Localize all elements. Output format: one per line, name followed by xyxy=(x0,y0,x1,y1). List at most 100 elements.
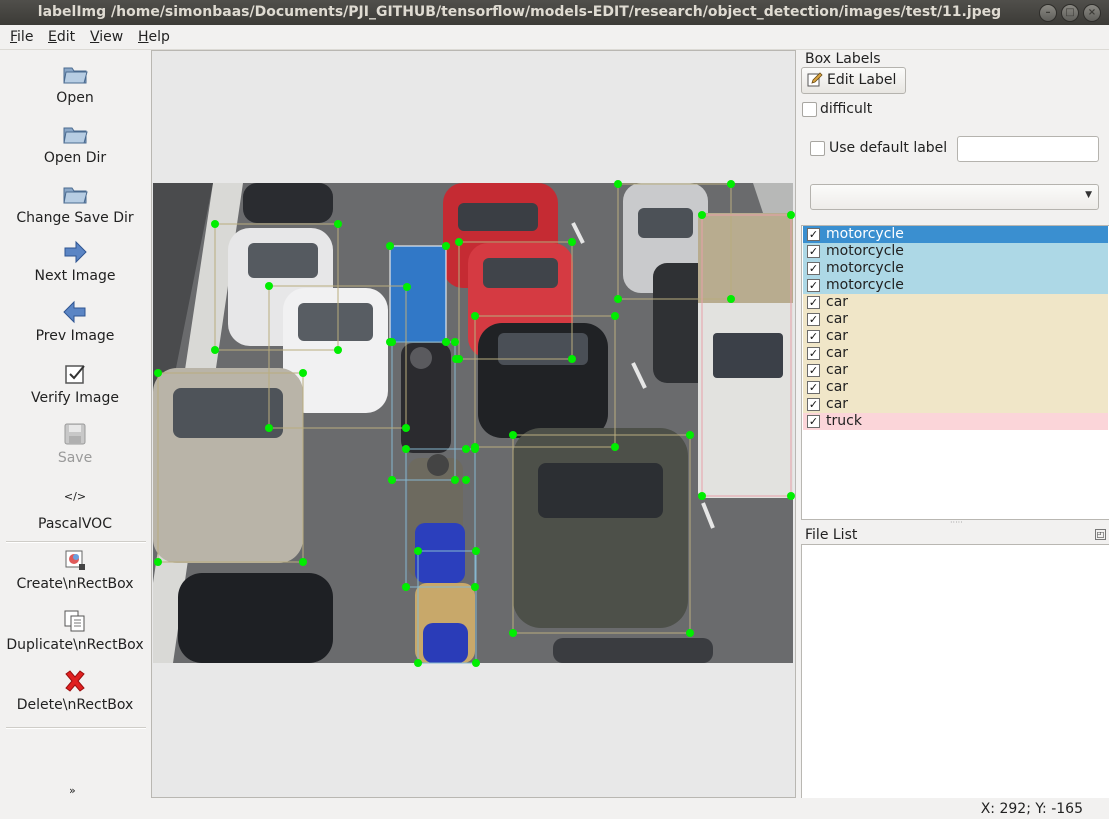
save-button[interactable]: Save xyxy=(0,420,150,466)
left-toolbar: Open Open Dir Change Save Dir Next Image… xyxy=(0,50,150,798)
floppy-disk-icon xyxy=(64,423,86,445)
copy-icon xyxy=(64,610,85,632)
label-visible-checkbox[interactable]: ✓ xyxy=(807,245,820,258)
label-list-item-text: car xyxy=(826,362,849,378)
format-button[interactable]: </> PascalVOC xyxy=(0,486,150,532)
edit-icon xyxy=(807,72,823,87)
menu-file[interactable]: File xyxy=(10,29,33,45)
traffic-photo xyxy=(153,183,793,663)
label-visible-checkbox[interactable]: ✓ xyxy=(807,364,820,377)
menu-help[interactable]: Help xyxy=(138,29,170,45)
maximize-button[interactable]: □ xyxy=(1061,4,1079,22)
toolbar-separator xyxy=(6,727,146,729)
label-visible-checkbox[interactable]: ✓ xyxy=(807,347,820,360)
cursor-coordinates: X: 292; Y: -165 xyxy=(980,801,1083,817)
label-list-item[interactable]: ✓ car xyxy=(803,362,1108,379)
label-list[interactable]: ✓ motorcycle ✓ motorcycle ✓ motorcycle ✓ motorc… xyxy=(801,225,1109,520)
open-label: Open xyxy=(56,90,94,106)
arrow-right-icon xyxy=(64,240,87,264)
next-image-button[interactable]: Next Image xyxy=(0,238,150,284)
open-dir-label: Open Dir xyxy=(43,150,107,166)
label-list-item-text: car xyxy=(826,294,849,310)
duplicate-rectbox-button[interactable]: Duplicate\nRectBox xyxy=(0,607,150,653)
label-visible-checkbox[interactable]: ✓ xyxy=(807,313,820,326)
label-visible-checkbox[interactable]: ✓ xyxy=(807,262,820,275)
label-list-item[interactable]: ✓ car xyxy=(803,345,1108,362)
label-list-item[interactable]: ✓ motorcycle xyxy=(803,260,1108,277)
box-labels-title: Box Labels xyxy=(805,51,881,67)
window-titlebar: labelImg /home/simonbaas/Documents/PJI_G… xyxy=(0,0,1109,25)
label-list-item[interactable]: ✓ car xyxy=(803,379,1108,396)
label-visible-checkbox[interactable]: ✓ xyxy=(807,279,820,292)
folder-icon xyxy=(63,67,88,84)
toolbar-separator xyxy=(6,541,146,543)
label-list-item[interactable]: ✓ car xyxy=(803,328,1108,345)
checkbox-icon xyxy=(65,365,85,384)
traffic-photo-drawing xyxy=(153,183,793,663)
label-list-item-text: car xyxy=(826,345,849,361)
save-label: Save xyxy=(57,450,93,466)
difficult-checkbox[interactable] xyxy=(802,102,817,117)
label-list-item[interactable]: ✓ motorcycle xyxy=(803,226,1108,243)
label-visible-checkbox[interactable]: ✓ xyxy=(807,381,820,394)
toolbar-overflow-icon[interactable]: » xyxy=(69,784,76,797)
change-save-dir-button[interactable]: Change Save Dir xyxy=(0,180,150,226)
float-dock-icon[interactable]: ◰ xyxy=(1095,529,1106,540)
label-list-item-text: car xyxy=(826,311,849,327)
delete-rectbox-label: Delete\nRectBox xyxy=(16,697,134,713)
minimize-button[interactable]: – xyxy=(1039,4,1057,22)
label-visible-checkbox[interactable]: ✓ xyxy=(807,228,820,241)
verify-image-label: Verify Image xyxy=(30,390,119,406)
duplicate-rectbox-label: Duplicate\nRectBox xyxy=(6,637,144,653)
create-rectbox-label: Create\nRectBox xyxy=(16,576,134,592)
create-rectbox-button[interactable]: Create\nRectBox xyxy=(0,546,150,592)
open-button[interactable]: Open xyxy=(0,60,150,106)
label-list-item-text: car xyxy=(826,396,849,412)
label-list-item[interactable]: ✓ car xyxy=(803,396,1108,413)
label-list-item-text: motorcycle xyxy=(826,260,904,276)
use-default-label-text: Use default label xyxy=(829,140,948,156)
chevron-down-icon: ▼ xyxy=(1085,190,1092,200)
label-list-item[interactable]: ✓ truck xyxy=(803,413,1108,430)
verify-image-button[interactable]: Verify Image xyxy=(0,360,150,406)
default-label-input[interactable] xyxy=(957,136,1099,162)
code-icon: </> xyxy=(63,490,87,503)
format-label: PascalVOC xyxy=(38,516,112,532)
label-list-item[interactable]: ✓ car xyxy=(803,294,1108,311)
label-list-item-text: truck xyxy=(826,413,862,429)
folder-icon xyxy=(63,127,88,144)
delete-rectbox-button[interactable]: Delete\nRectBox xyxy=(0,667,150,713)
label-list-item-text: car xyxy=(826,328,849,344)
menu-edit[interactable]: Edit xyxy=(48,29,75,45)
file-list-title: File List xyxy=(805,527,858,543)
close-button[interactable]: × xyxy=(1083,4,1101,22)
prev-image-button[interactable]: Prev Image xyxy=(0,298,150,344)
next-image-label: Next Image xyxy=(34,268,116,284)
file-list[interactable] xyxy=(801,544,1109,799)
label-visible-checkbox[interactable]: ✓ xyxy=(807,415,820,428)
prev-image-label: Prev Image xyxy=(35,328,115,344)
create-box-icon xyxy=(65,550,85,570)
status-bar: X: 292; Y: -165 xyxy=(0,798,1109,819)
label-list-item[interactable]: ✓ car xyxy=(803,311,1108,328)
arrow-left-icon xyxy=(63,300,86,324)
label-visible-checkbox[interactable]: ✓ xyxy=(807,296,820,309)
edit-label-button[interactable]: Edit Label xyxy=(801,67,906,94)
label-list-item-text: car xyxy=(826,379,849,395)
label-list-item-text: motorcycle xyxy=(826,243,904,259)
menu-bar: File Edit View Help xyxy=(0,25,1109,50)
window-title: labelImg /home/simonbaas/Documents/PJI_G… xyxy=(37,4,1002,20)
label-list-item-text: motorcycle xyxy=(826,277,904,293)
folder-icon xyxy=(63,187,88,204)
change-save-dir-label: Change Save Dir xyxy=(16,210,134,226)
label-visible-checkbox[interactable]: ✓ xyxy=(807,398,820,411)
use-default-label-checkbox[interactable] xyxy=(810,141,825,156)
label-visible-checkbox[interactable]: ✓ xyxy=(807,330,820,343)
open-dir-button[interactable]: Open Dir xyxy=(0,120,150,166)
difficult-label: difficult xyxy=(820,101,873,117)
menu-view[interactable]: View xyxy=(90,29,123,45)
label-list-item[interactable]: ✓ motorcycle xyxy=(803,277,1108,294)
label-combo-box[interactable]: ▼ xyxy=(810,184,1099,210)
label-list-item-text: motorcycle xyxy=(826,226,904,242)
label-list-item[interactable]: ✓ motorcycle xyxy=(803,243,1108,260)
